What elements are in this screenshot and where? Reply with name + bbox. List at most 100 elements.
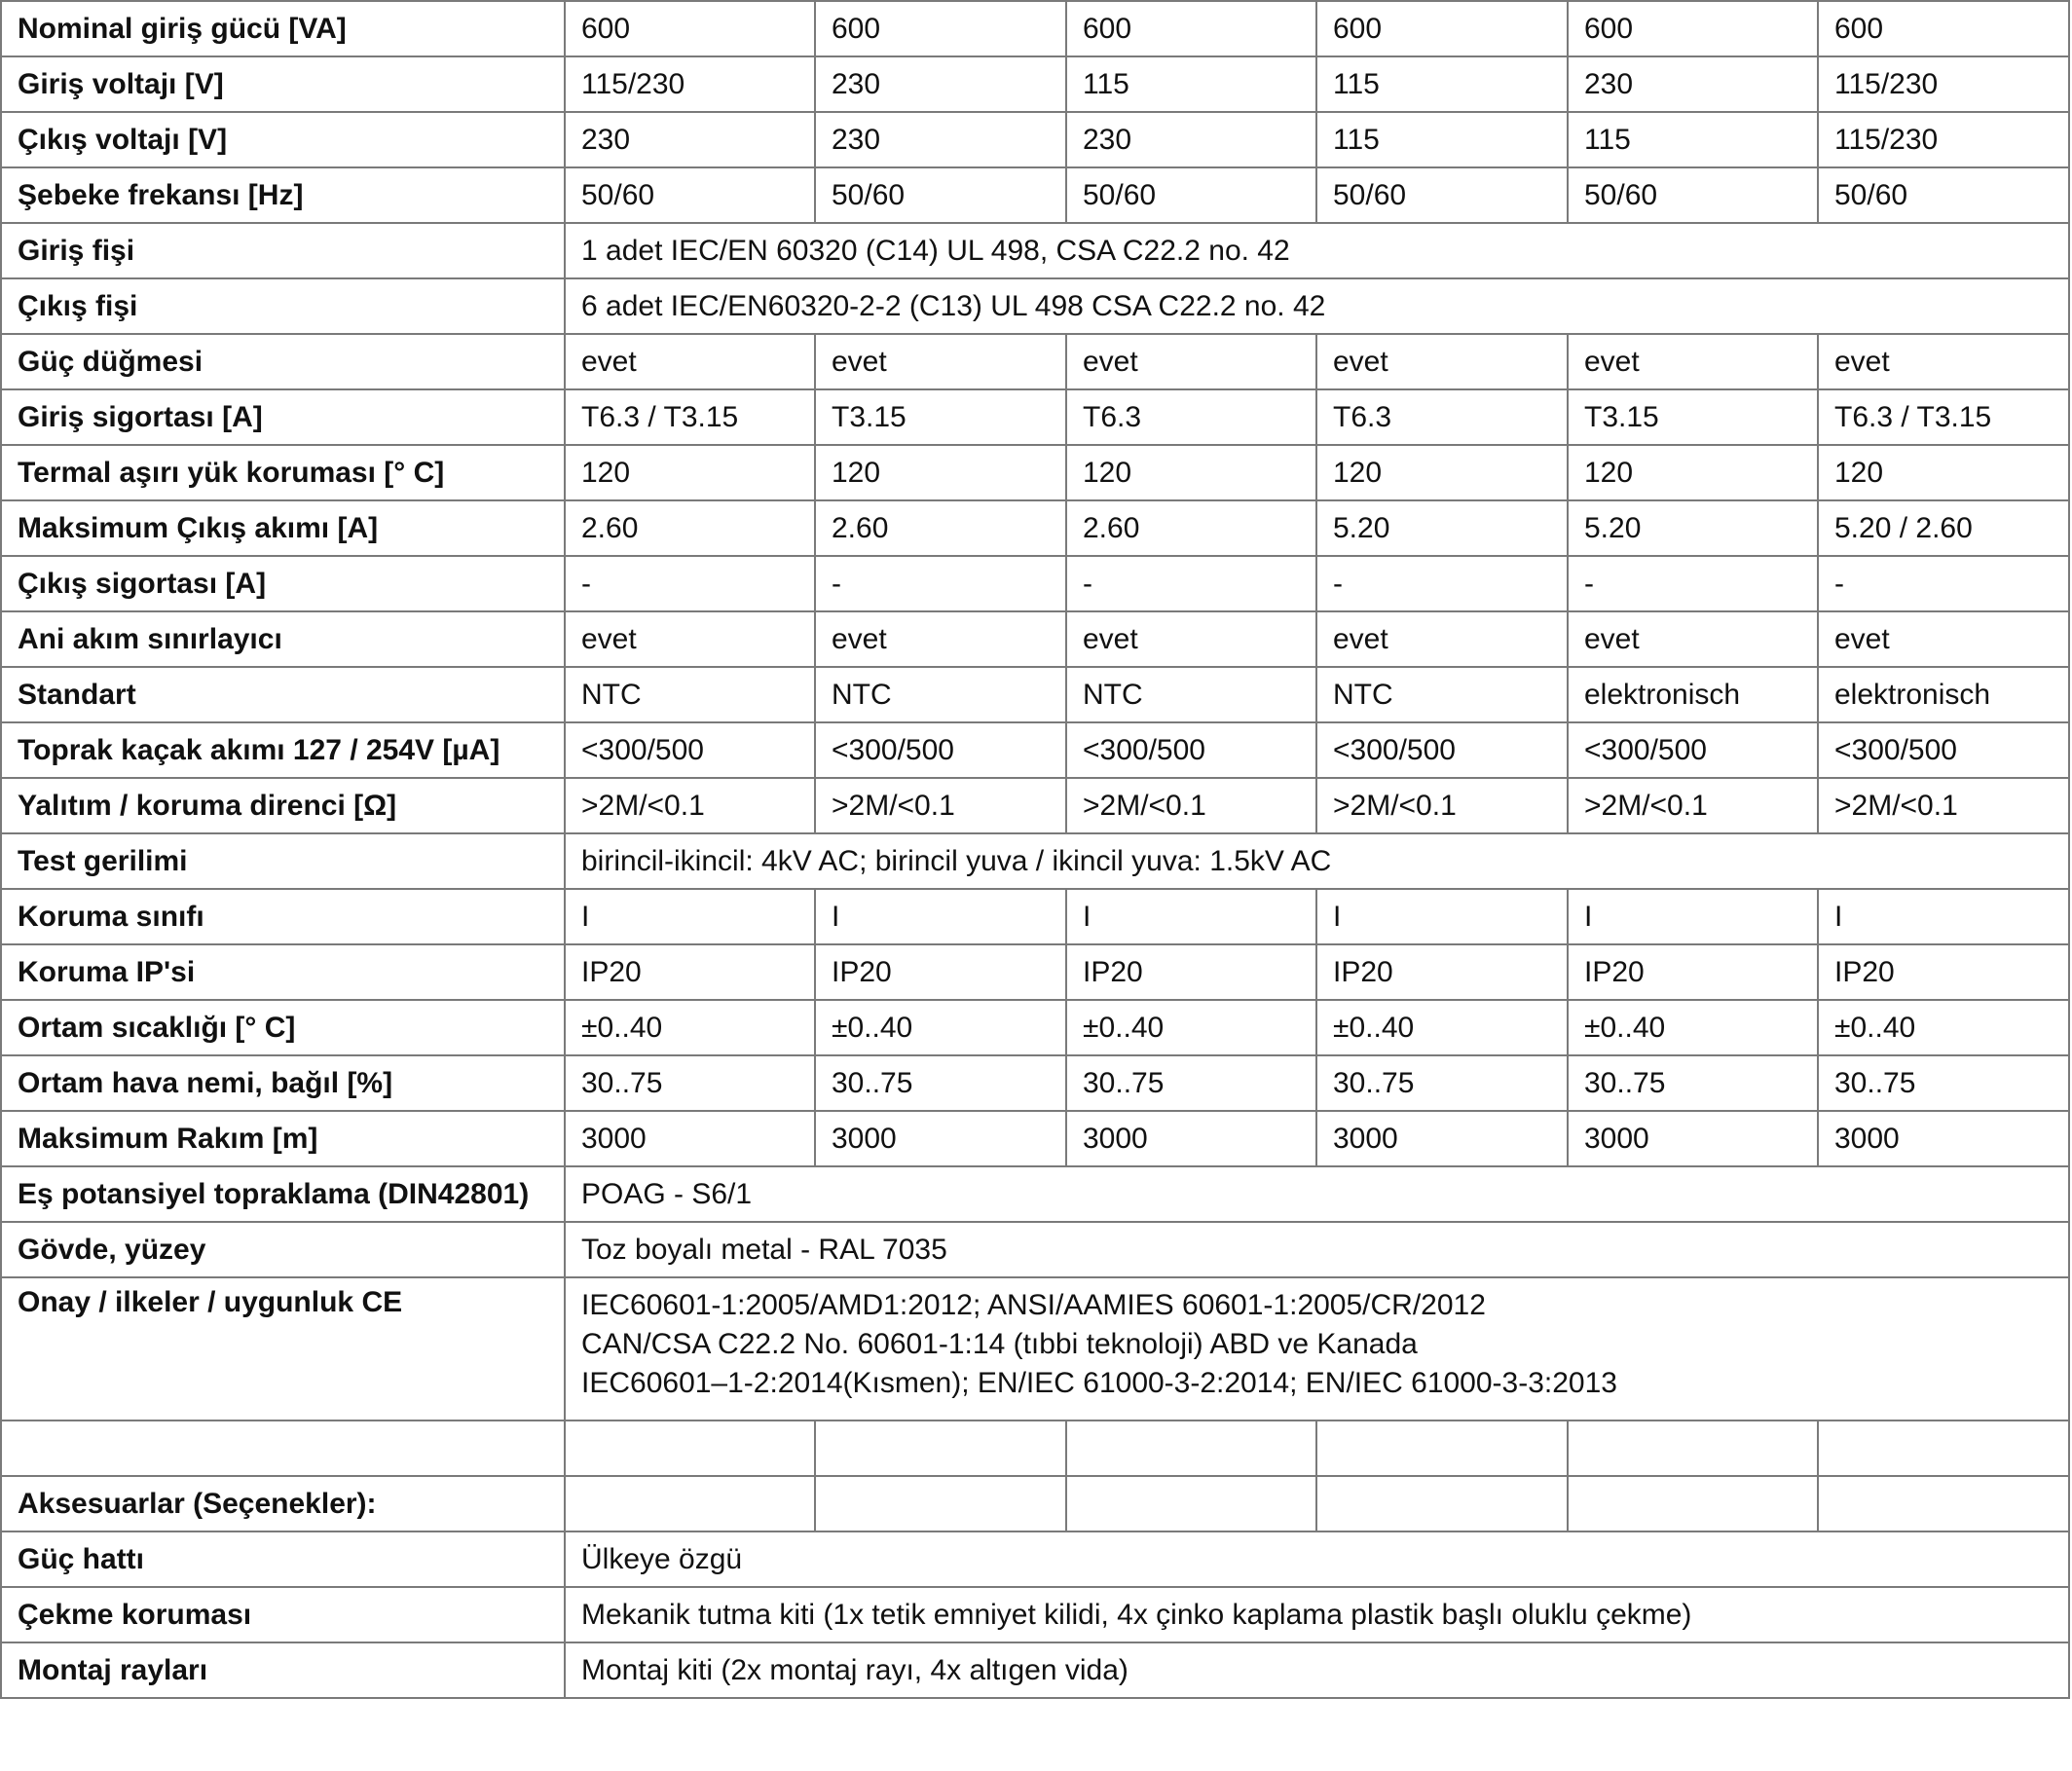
value-cell: 120 [1315,444,1569,501]
value-cell: I [1817,888,2070,945]
value-cell: evet [1567,610,1819,668]
value-cell: evet [1065,610,1317,668]
merged-value-cell: 6 adet IEC/EN60320-2-2 (C13) UL 498 CSA … [564,277,2070,335]
value-cell: I [1065,888,1317,945]
value-cell [1065,1475,1317,1532]
value-cell: NTC [564,666,816,723]
value-cell [814,1475,1067,1532]
value-cell: ±0..40 [814,999,1067,1056]
row-label: Maksimum Rakım [m] [0,1110,566,1167]
value-cell [1315,1420,1569,1477]
value-cell: evet [814,333,1067,390]
table-row: Koruma IP'si IP20 IP20 IP20 IP20 IP20 IP20 [0,943,2070,1001]
table-row: Termal aşırı yük koruması [° C] 120 120 120… [0,444,2070,501]
value-cell: >2M/<0.1 [1065,777,1317,834]
value-cell [1567,1475,1819,1532]
row-label: Çekme koruması [0,1586,566,1643]
value-cell [1817,1420,2070,1477]
row-label: Toprak kaçak akımı 127 / 254V [µA] [0,721,566,779]
merged-value-cell: IEC60601-1:2005/AMD1:2012; ANSI/AAMIES 6… [564,1276,2070,1421]
value-cell: ±0..40 [1065,999,1317,1056]
value-cell: 600 [1817,0,2070,57]
table-row: Ortam hava nemi, bağıl [%] 30..75 30..75 30… [0,1054,2070,1112]
value-cell: evet [1567,333,1819,390]
row-label: Gövde, yüzey [0,1221,566,1278]
value-cell: 600 [564,0,816,57]
value-cell: 3000 [1817,1110,2070,1167]
value-cell: 5.20 [1315,499,1569,557]
value-line: CAN/CSA C22.2 No. 60601-1:14 (tıbbi tekn… [581,1328,1418,1360]
merged-value-cell: Ülkeye özgü [564,1531,2070,1588]
value-cell: 3000 [1567,1110,1819,1167]
value-cell: I [564,888,816,945]
value-cell: 115 [1315,111,1569,168]
value-cell: evet [564,333,816,390]
value-cell: 2.60 [814,499,1067,557]
row-label: Test gerilimi [0,832,566,890]
value-cell [564,1420,816,1477]
table-row: Eş potansiyel topraklama (DIN42801) POAG … [0,1165,2070,1223]
value-cell: 2.60 [1065,499,1317,557]
table-row: Yalıtım / koruma direnci [Ω] >2M/<0.1 >2M/… [0,777,2070,834]
value-cell [1315,1475,1569,1532]
value-cell: 230 [564,111,816,168]
value-cell: IP20 [1065,943,1317,1001]
row-label: Nominal giriş gücü [VA] [0,0,566,57]
merged-value-cell: Toz boyalı metal - RAL 7035 [564,1221,2070,1278]
value-cell: 600 [1567,0,1819,57]
value-cell: 5.20 / 2.60 [1817,499,2070,557]
value-cell: IP20 [1567,943,1819,1001]
value-cell: 230 [814,111,1067,168]
table-row [0,1420,2070,1477]
row-label: Güç hattı [0,1531,566,1588]
row-label: Termal aşırı yük koruması [° C] [0,444,566,501]
value-cell: 115/230 [1817,111,2070,168]
value-cell: 600 [814,0,1067,57]
value-cell: ±0..40 [564,999,816,1056]
value-cell: ±0..40 [1567,999,1819,1056]
value-cell: ±0..40 [1315,999,1569,1056]
table-row: Giriş voltajı [V] 115/230 230 115 115 230 115/… [0,55,2070,113]
spec-table: Nominal giriş gücü [VA] 600 600 600 600 600 60… [0,0,2070,1699]
value-cell: 120 [1817,444,2070,501]
value-cell: I [1567,888,1819,945]
value-cell: 230 [1567,55,1819,113]
value-cell: elektronisch [1817,666,2070,723]
value-cell: 230 [1065,111,1317,168]
table-row: Aksesuarlar (Seçenekler): [0,1475,2070,1532]
value-cell: 50/60 [1315,166,1569,224]
value-cell: 50/60 [1065,166,1317,224]
value-cell: 50/60 [1817,166,2070,224]
row-label: Çıkış sigortası [A] [0,555,566,612]
value-cell: IP20 [1817,943,2070,1001]
table-row: Güç düğmesi evet evet evet evet evet evet [0,333,2070,390]
value-cell: 50/60 [814,166,1067,224]
row-label: Çıkış fişi [0,277,566,335]
table-row: Giriş sigortası [A] T6.3 / T3.15 T3.15 T6.3… [0,388,2070,446]
value-cell: T6.3 / T3.15 [564,388,816,446]
table-row: Çekme koruması Mekanik tutma kiti (1x tet… [0,1586,2070,1643]
value-cell: 3000 [564,1110,816,1167]
row-label: Giriş fişi [0,222,566,279]
value-cell: IP20 [1315,943,1569,1001]
value-cell: >2M/<0.1 [1567,777,1819,834]
table-row: Standart NTC NTC NTC NTC elektronisch elektron… [0,666,2070,723]
row-label: Koruma IP'si [0,943,566,1001]
value-cell: 600 [1315,0,1569,57]
row-label: Onay / ilkeler / uygunluk CE [0,1276,566,1421]
table-row: Maksimum Çıkış akımı [A] 2.60 2.60 2.60 5.20… [0,499,2070,557]
value-cell: evet [1315,610,1569,668]
value-cell: evet [1817,333,2070,390]
value-cell: T3.15 [1567,388,1819,446]
value-cell [1567,1420,1819,1477]
value-cell: - [1315,555,1569,612]
value-cell: 120 [1065,444,1317,501]
merged-value-cell: birincil-ikincil: 4kV AC; birincil yuva … [564,832,2070,890]
table-row: Şebeke frekansı [Hz] 50/60 50/60 50/60 50/60… [0,166,2070,224]
table-row: Toprak kaçak akımı 127 / 254V [µA] <300/5… [0,721,2070,779]
value-cell: - [1817,555,2070,612]
value-cell: I [814,888,1067,945]
value-cell: 120 [814,444,1067,501]
value-cell: 115 [1315,55,1569,113]
value-cell: 30..75 [1567,1054,1819,1112]
